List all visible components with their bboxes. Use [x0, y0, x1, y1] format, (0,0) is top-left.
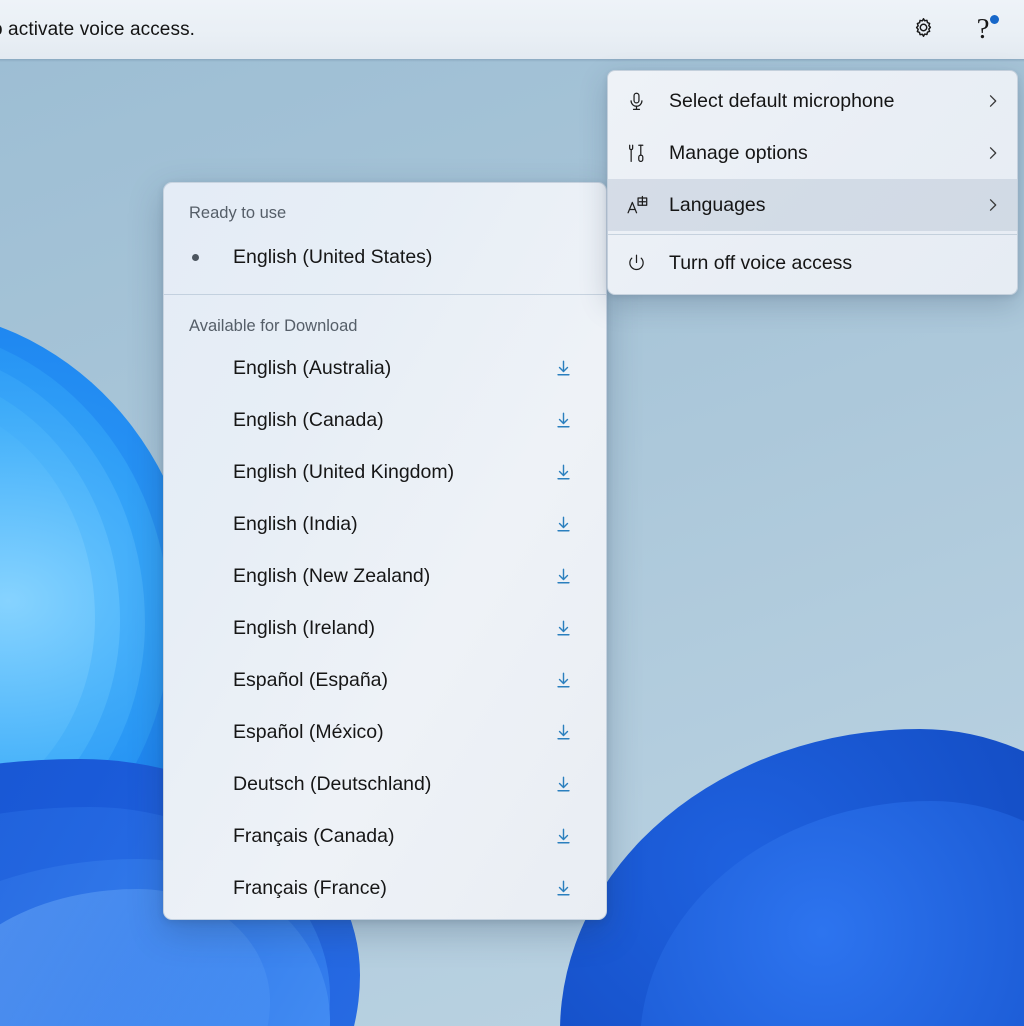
language-name: English (Ireland)	[233, 617, 375, 640]
voice-access-settings-menu: Select default microphone Manage options	[607, 70, 1018, 295]
menu-item-turn-off-voice-access[interactable]: Turn off voice access	[608, 237, 1017, 289]
download-button[interactable]	[548, 775, 578, 794]
list-item-installed-language[interactable]: English (United States)	[164, 231, 606, 283]
question-mark-icon: ?	[977, 15, 990, 44]
language-name: Español (España)	[233, 669, 388, 692]
chevron-right-icon	[985, 197, 1001, 213]
help-button[interactable]: ?	[966, 13, 1000, 47]
voice-access-message: o activate voice access.	[0, 19, 195, 41]
download-button[interactable]	[548, 411, 578, 430]
settings-button[interactable]	[906, 13, 940, 47]
list-item[interactable]: English (India)	[164, 498, 606, 550]
menu-item-label: Languages	[669, 194, 766, 217]
list-item[interactable]: Français (Canada)	[164, 810, 606, 862]
download-button[interactable]	[548, 463, 578, 482]
download-button[interactable]	[548, 671, 578, 690]
language-name: English (United States)	[233, 246, 432, 269]
language-name: English (India)	[233, 513, 358, 536]
download-button[interactable]	[548, 723, 578, 742]
language-name: English (Canada)	[233, 409, 384, 432]
voice-access-bar-actions: ?	[906, 13, 1024, 47]
list-item[interactable]: Français (France)	[164, 862, 606, 914]
list-item[interactable]: Deutsch (Deutschland)	[164, 758, 606, 810]
language-name: English (United Kingdom)	[233, 461, 454, 484]
gear-icon	[911, 15, 936, 45]
list-item[interactable]: Español (México)	[164, 706, 606, 758]
menu-item-label: Turn off voice access	[669, 252, 852, 275]
download-button[interactable]	[548, 619, 578, 638]
available-languages-list: English (Australia) English (Canada) Eng…	[164, 342, 606, 914]
download-button[interactable]	[548, 567, 578, 586]
download-button[interactable]	[548, 879, 578, 898]
power-icon	[626, 253, 656, 274]
language-name: English (Australia)	[233, 357, 391, 380]
microphone-icon	[626, 91, 656, 112]
list-item[interactable]: English (Canada)	[164, 394, 606, 446]
chevron-right-icon	[985, 93, 1001, 109]
active-indicator-cell	[189, 254, 233, 261]
available-for-download-header: Available for Download	[164, 295, 606, 336]
topbar-divider	[0, 59, 1024, 62]
screen: o activate voice access. ? Ready to use	[0, 0, 1024, 1026]
list-item[interactable]: English (Ireland)	[164, 602, 606, 654]
menu-separator	[608, 234, 1017, 235]
menu-item-manage-options[interactable]: Manage options	[608, 127, 1017, 179]
list-item[interactable]: English (Australia)	[164, 342, 606, 394]
menu-item-select-default-microphone[interactable]: Select default microphone	[608, 75, 1017, 127]
download-button[interactable]	[548, 827, 578, 846]
menu-item-label: Select default microphone	[669, 90, 894, 113]
menu-item-label: Manage options	[669, 142, 808, 165]
languages-panel: Ready to use English (United States) Ava…	[163, 182, 607, 920]
help-notification-badge	[990, 15, 999, 24]
chevron-right-icon	[985, 145, 1001, 161]
list-item[interactable]: English (United Kingdom)	[164, 446, 606, 498]
download-button[interactable]	[548, 515, 578, 534]
list-item[interactable]: English (New Zealand)	[164, 550, 606, 602]
language-name: Español (México)	[233, 721, 384, 744]
ready-to-use-header: Ready to use	[164, 183, 606, 223]
download-button[interactable]	[548, 359, 578, 378]
menu-item-languages[interactable]: Languages	[608, 179, 1017, 231]
list-item[interactable]: Español (España)	[164, 654, 606, 706]
language-name: Deutsch (Deutschland)	[233, 773, 431, 796]
active-language-dot	[192, 254, 199, 261]
language-name: Français (France)	[233, 877, 387, 900]
tools-icon	[626, 143, 656, 164]
language-icon	[626, 194, 656, 217]
language-name: English (New Zealand)	[233, 565, 430, 588]
voice-access-bar: o activate voice access. ?	[0, 0, 1024, 59]
language-name: Français (Canada)	[233, 825, 394, 848]
